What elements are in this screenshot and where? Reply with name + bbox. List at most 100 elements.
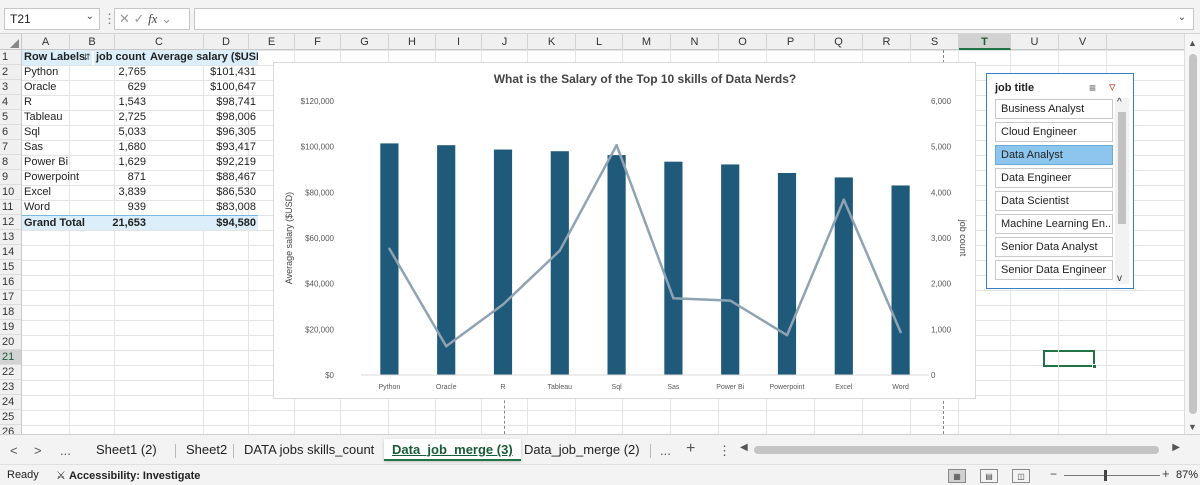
column-header-s[interactable]: S [911,34,959,50]
column-header-i[interactable]: I [436,34,482,50]
row-header-21[interactable]: 21 [0,350,21,365]
slicer-item-machine-learning-en[interactable]: Machine Learning En... [995,214,1113,234]
bar-word[interactable] [891,185,910,375]
enter-icon[interactable]: ✓ [134,11,145,26]
row-header-22[interactable]: 22 [0,365,21,380]
row-header-6[interactable]: 6 [0,125,21,140]
row-header-11[interactable]: 11 [0,200,21,215]
bar-r[interactable] [493,149,513,375]
pivot-row-count[interactable]: 1,629 [94,155,148,170]
slicer-item-data-analyst[interactable]: Data Analyst [995,145,1113,165]
sheet-tab-data-jobs-skills-count[interactable]: DATA jobs skills_count [236,439,382,461]
pivot-row-label[interactable]: Tableau [22,110,92,125]
column-header-c[interactable]: C [115,34,204,50]
column-header-r[interactable]: R [863,34,911,50]
pivot-row-label[interactable]: Python [22,65,92,80]
job-title-slicer[interactable]: job title ≡ ▿ Business Analyst Cloud Engi… [986,73,1134,289]
row-header-16[interactable]: 16 [0,275,21,290]
pivot-row-salary[interactable]: $93,417 [148,140,258,155]
column-header-m[interactable]: M [623,34,671,50]
fill-handle[interactable] [1092,364,1097,369]
column-header-p[interactable]: P [767,34,815,50]
more-sheets-left[interactable]: ... [60,443,71,458]
pivot-row-label[interactable]: R [22,95,92,110]
vertical-scroll-thumb[interactable] [1189,54,1197,414]
column-header-q[interactable]: Q [815,34,863,50]
column-header-t[interactable]: T [959,34,1011,50]
pivot-row-label[interactable]: Oracle [22,80,92,95]
bar-powerpoint[interactable] [777,173,797,375]
pivot-row-count[interactable]: 3,839 [94,185,148,200]
pivot-row-salary[interactable]: $88,467 [148,170,258,185]
row-header-15[interactable]: 15 [0,260,21,275]
zoom-slider-knob[interactable] [1104,470,1107,481]
slicer-item-business-analyst[interactable]: Business Analyst [995,99,1113,119]
pivot-row-count[interactable]: 939 [94,200,148,215]
prev-sheet-icon[interactable]: < [10,443,18,458]
column-header-o[interactable]: O [719,34,767,50]
slicer-scroll-thumb[interactable] [1118,112,1126,224]
row-header-8[interactable]: 8 [0,155,21,170]
zoom-slider[interactable] [1064,475,1160,476]
row-header-18[interactable]: 18 [0,305,21,320]
select-all-button[interactable] [0,34,22,50]
expand-formula-bar-icon[interactable]: ⌄ [1178,12,1186,23]
column-header-k[interactable]: K [528,34,576,50]
row-header-3[interactable]: 3 [0,80,21,95]
row-header-1[interactable]: 1 [0,50,21,65]
chevron-down-icon[interactable]: ⌄ [86,11,94,22]
scroll-right-icon[interactable]: ▶ [1172,442,1180,453]
column-header-h[interactable]: H [389,34,436,50]
scroll-up-icon[interactable]: ▲ [1188,38,1197,48]
column-header-u[interactable]: U [1011,34,1059,50]
row-header-2[interactable]: 2 [0,65,21,80]
pivot-header-2[interactable]: Average salary ($USD) [148,50,258,65]
pivot-row-count[interactable]: 1,680 [94,140,148,155]
pivot-row-salary[interactable]: $100,647 [148,80,258,95]
row-header-14[interactable]: 14 [0,245,21,260]
row-header-20[interactable]: 20 [0,335,21,350]
next-sheet-icon[interactable]: > [34,443,42,458]
add-sheet-button[interactable]: + [686,440,695,458]
bar-tableau[interactable] [550,151,569,375]
pivot-row-salary[interactable]: $101,431 [148,65,258,80]
pivot-row-count[interactable]: 5,033 [94,125,148,140]
job-count-point[interactable] [388,247,391,250]
pivot-row-label[interactable]: Power Bi [22,155,92,170]
pivot-row-salary[interactable]: $92,219 [148,155,258,170]
row-header-4[interactable]: 4 [0,95,21,110]
pivot-total-label[interactable]: Grand Total [22,215,94,230]
pivot-row-label[interactable]: Sql [22,125,92,140]
job-count-point[interactable] [501,303,505,306]
job-count-line[interactable] [388,143,902,348]
pivot-row-salary[interactable]: $86,530 [148,185,258,200]
pivot-row-label[interactable]: Word [22,200,92,215]
row-header-13[interactable]: 13 [0,230,21,245]
column-header-f[interactable]: F [295,34,341,50]
bar-excel[interactable] [834,177,853,375]
column-header-d[interactable]: D [204,34,249,50]
pivot-row-label[interactable]: Sas [22,140,92,155]
slicer-scrollbar[interactable]: ^ v [1115,97,1129,284]
scroll-down-icon[interactable]: ▼ [1188,422,1197,432]
scroll-left-icon[interactable]: ◀ [740,442,748,453]
slicer-item-senior-data-analyst[interactable]: Senior Data Analyst [995,237,1113,257]
row-header-12[interactable]: 12 [0,215,21,230]
bar-sql[interactable] [607,155,626,375]
row-header-5[interactable]: 5 [0,110,21,125]
multi-select-icon[interactable]: ≡ [1089,81,1096,95]
zoom-out-button[interactable]: − [1050,467,1057,481]
row-header-10[interactable]: 10 [0,185,21,200]
row-header-26[interactable]: 26 [0,425,21,434]
sheet-options-icon[interactable]: ⋮ [718,443,731,459]
pivot-row-salary[interactable]: $98,741 [148,95,258,110]
column-header-n[interactable]: N [671,34,719,50]
slicer-item-data-engineer[interactable]: Data Engineer [995,168,1113,188]
column-header-a[interactable]: A [22,34,70,50]
zoom-level[interactable]: 87% [1176,469,1198,481]
job-count-point[interactable] [558,249,561,252]
pivot-row-salary[interactable]: $96,305 [148,125,258,140]
row-header-24[interactable]: 24 [0,395,21,410]
column-header-g[interactable]: G [341,34,389,50]
row-header-7[interactable]: 7 [0,140,21,155]
